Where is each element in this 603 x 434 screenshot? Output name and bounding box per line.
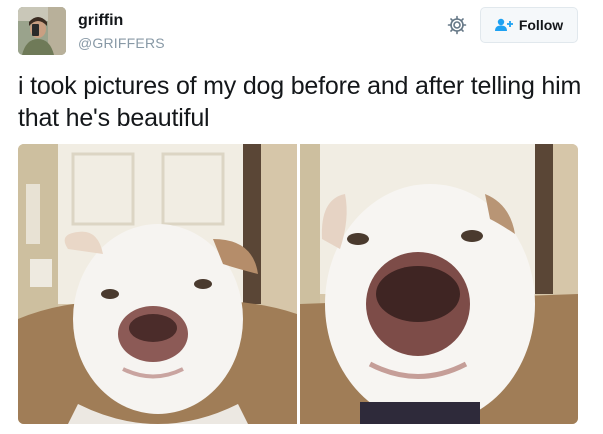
- dog-photo-before[interactable]: [18, 144, 297, 424]
- dog-photo-after[interactable]: [300, 144, 578, 424]
- add-user-icon: [494, 18, 513, 32]
- user-handle[interactable]: @GRIFFERS: [78, 34, 165, 52]
- follow-button[interactable]: Follow: [480, 7, 578, 43]
- tweet-card: griffin @GRIFFERS Follow i took pictures…: [0, 0, 603, 434]
- selfie-avatar-icon: [18, 7, 66, 55]
- tweet-text: i took pictures of my dog before and aft…: [18, 72, 582, 132]
- follow-label: Follow: [518, 17, 564, 33]
- gear-icon: [447, 15, 467, 35]
- user-avatar[interactable]: [18, 7, 66, 55]
- settings-button[interactable]: [446, 14, 468, 36]
- display-name[interactable]: griffin: [78, 11, 123, 31]
